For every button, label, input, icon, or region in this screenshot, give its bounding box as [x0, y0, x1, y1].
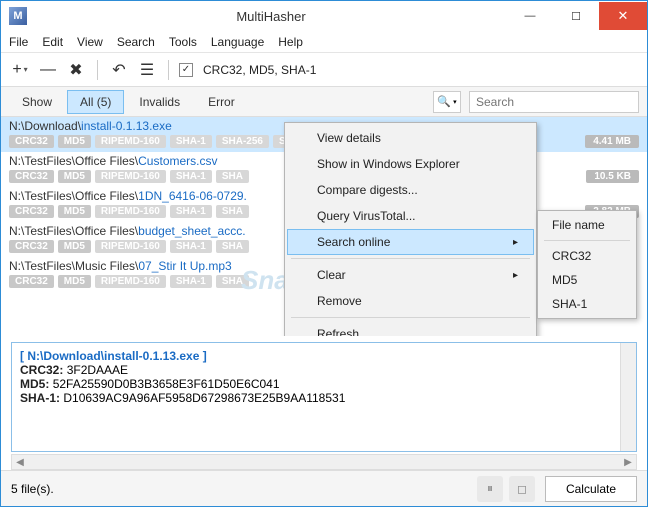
hash-tag: SHA-256 — [216, 135, 269, 148]
hash-tag: MD5 — [58, 135, 91, 148]
hash-row: CRC32: 3F2DAAAE — [20, 363, 628, 377]
hash-tag: RIPEMD-160 — [95, 205, 166, 218]
ctx-remove[interactable]: Remove — [287, 288, 534, 314]
hash-selection-label[interactable]: CRC32, MD5, SHA-1 — [203, 63, 316, 77]
menubar: File Edit View Search Tools Language Hel… — [1, 31, 647, 53]
hash-tag: CRC32 — [9, 205, 54, 218]
pause-icon[interactable]: ⏸ — [477, 476, 503, 502]
hash-tag: RIPEMD-160 — [95, 135, 166, 148]
hash-tag: MD5 — [58, 275, 91, 288]
hash-tag: CRC32 — [9, 275, 54, 288]
app-icon: M — [9, 7, 27, 25]
menu-file[interactable]: File — [9, 35, 28, 49]
close-button[interactable] — [599, 2, 647, 30]
filter-tab-all[interactable]: All (5) — [67, 90, 124, 114]
stop-icon[interactable]: ◻ — [509, 476, 535, 502]
hash-tag: SHA-1 — [170, 170, 212, 183]
statusbar: 5 file(s). ⏸ ◻ Calculate — [1, 470, 647, 506]
filter-tab-error[interactable]: Error — [195, 90, 248, 114]
hash-tag: SHA-1 — [170, 135, 212, 148]
hash-tag: SHA — [216, 205, 249, 218]
app-window: M MultiHasher File Edit View Search Tool… — [0, 0, 648, 507]
file-name-link[interactable]: install-0.1.13.exe — [81, 119, 172, 133]
hash-output-panel: [ N:\Download\install-0.1.13.exe ] CRC32… — [11, 342, 637, 452]
ctx-separator-2 — [291, 317, 530, 318]
file-size-badge: 4.41 MB — [585, 135, 639, 148]
hash-tag: SHA-1 — [170, 275, 212, 288]
ctx-show-explorer[interactable]: Show in Windows Explorer — [287, 151, 534, 177]
sub-file-name[interactable]: File name — [540, 213, 634, 237]
hash-tag: RIPEMD-160 — [95, 275, 166, 288]
hash-tag: RIPEMD-160 — [95, 240, 166, 253]
toolbar: + — ✖ ↶ ☰ CRC32, MD5, SHA-1 — [1, 53, 647, 87]
ctx-compare-digests[interactable]: Compare digests... — [287, 177, 534, 203]
ctx-clear[interactable]: Clear — [287, 262, 534, 288]
ctx-search-online[interactable]: Search online — [287, 229, 534, 255]
ctx-query-virustotal[interactable]: Query VirusTotal... — [287, 203, 534, 229]
options-button[interactable]: ☰ — [136, 59, 158, 81]
file-name-link[interactable]: 1DN_6416-06-0729. — [138, 189, 247, 203]
calculate-button[interactable]: Calculate — [545, 476, 637, 502]
hash-output-header: [ N:\Download\install-0.1.13.exe ] — [20, 349, 628, 363]
hash-row: MD5: 52FA25590D0B3B3658E3F61D50E6C041 — [20, 377, 628, 391]
menu-language[interactable]: Language — [211, 35, 264, 49]
scroll-left-icon[interactable]: ◀ — [12, 457, 28, 468]
search-mode-dropdown[interactable]: 🔍 — [433, 91, 461, 113]
hash-tag: SHA — [216, 170, 249, 183]
hash-row: SHA-1: D10639AC9A96AF5958D67298673E25B9A… — [20, 391, 628, 405]
add-button[interactable]: + — [9, 59, 31, 81]
clear-button[interactable]: ✖ — [65, 59, 87, 81]
filterbar: Show All (5) Invalids Error 🔍 — [1, 87, 647, 117]
ctx-separator — [291, 258, 530, 259]
menu-view[interactable]: View — [77, 35, 103, 49]
hash-tag: SHA — [216, 240, 249, 253]
hash-checkbox[interactable] — [179, 63, 193, 77]
sub-crc32[interactable]: CRC32 — [540, 244, 634, 268]
hash-tag: RIPEMD-160 — [95, 170, 166, 183]
sub-sha1[interactable]: SHA-1 — [540, 292, 634, 316]
file-list: SnapFiles N:\Download\install-0.1.13.exe… — [1, 117, 647, 336]
window-title: MultiHasher — [35, 9, 507, 24]
ctx-refresh[interactable]: Refresh — [287, 321, 534, 336]
menu-help[interactable]: Help — [278, 35, 303, 49]
window-buttons — [507, 2, 647, 30]
titlebar: M MultiHasher — [1, 1, 647, 31]
hash-tag: SHA — [216, 275, 249, 288]
hash-hscroll[interactable]: ◀ ▶ — [11, 454, 637, 470]
sub-separator — [544, 240, 630, 241]
file-name-link[interactable]: 07_Stir It Up.mp3 — [138, 259, 231, 273]
toolbar-separator-2 — [168, 60, 169, 80]
hash-tag: CRC32 — [9, 170, 54, 183]
file-size-badge: 10.5 KB — [586, 170, 639, 183]
hash-tag: CRC32 — [9, 135, 54, 148]
search-online-submenu: File name CRC32 MD5 SHA-1 — [537, 210, 637, 319]
hash-tag: CRC32 — [9, 240, 54, 253]
context-menu: View details Show in Windows Explorer Co… — [284, 122, 537, 336]
file-name-link[interactable]: Customers.csv — [138, 154, 217, 168]
remove-button[interactable]: — — [37, 59, 59, 81]
show-label: Show — [9, 90, 65, 114]
file-name-link[interactable]: budget_sheet_accc. — [138, 224, 245, 238]
menu-edit[interactable]: Edit — [42, 35, 63, 49]
filter-tab-invalids[interactable]: Invalids — [126, 90, 193, 114]
hash-tag: SHA-1 — [170, 205, 212, 218]
hash-tag: MD5 — [58, 205, 91, 218]
status-text: 5 file(s). — [11, 482, 54, 496]
hash-tag: MD5 — [58, 240, 91, 253]
scrollbar-vertical[interactable] — [620, 343, 636, 451]
ctx-view-details[interactable]: View details — [287, 125, 534, 151]
undo-button[interactable]: ↶ — [108, 59, 130, 81]
minimize-button[interactable] — [507, 2, 553, 30]
toolbar-separator — [97, 60, 98, 80]
hash-tag: SHA-1 — [170, 240, 212, 253]
scroll-right-icon[interactable]: ▶ — [620, 457, 636, 468]
maximize-button[interactable] — [553, 2, 599, 30]
search-input[interactable] — [469, 91, 639, 113]
sub-md5[interactable]: MD5 — [540, 268, 634, 292]
menu-tools[interactable]: Tools — [169, 35, 197, 49]
menu-search[interactable]: Search — [117, 35, 155, 49]
hash-tag: MD5 — [58, 170, 91, 183]
